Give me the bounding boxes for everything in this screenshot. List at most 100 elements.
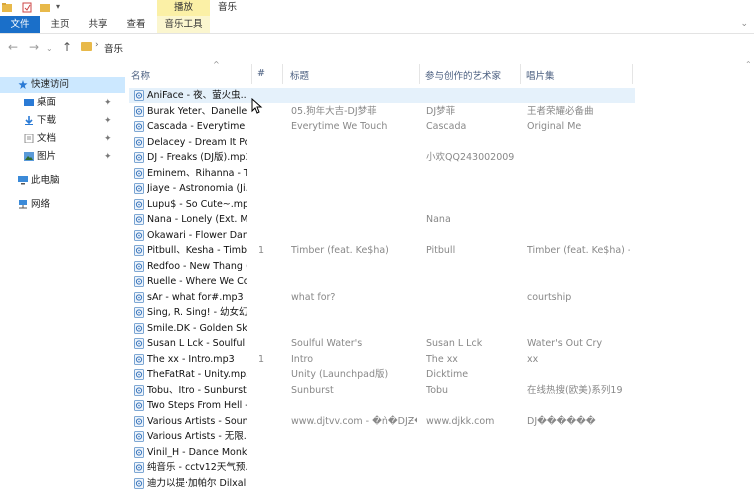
column-divider[interactable] xyxy=(520,64,521,84)
audio-file-icon xyxy=(134,167,144,179)
table-row[interactable]: DJ - Freaks (DJ版).mp3 小欢QQ243002009 xyxy=(129,150,635,165)
navigation-pane: 快速访问 桌面 ✦ 下载 ✦ 文档 ✦ 图片 ✦ 此电脑 网络 xyxy=(0,60,125,496)
audio-file-icon xyxy=(134,90,144,101)
column-header-number[interactable]: # xyxy=(257,68,265,79)
audio-file-icon xyxy=(134,307,144,318)
table-row[interactable]: Redfoo - New Thang (... xyxy=(129,259,635,274)
column-divider[interactable] xyxy=(282,64,283,84)
nav-item-downloads[interactable]: 下载 ✦ xyxy=(0,113,125,129)
column-header-name[interactable]: 名称 xyxy=(131,68,150,82)
folder-icon xyxy=(2,3,12,12)
table-row[interactable]: 迪力以提·加帕尔 Dilxal... xyxy=(129,476,635,491)
tab-view[interactable]: 查看 xyxy=(120,16,152,33)
table-row[interactable]: Smile.DK - Golden Sk... xyxy=(129,321,635,336)
download-icon xyxy=(25,116,33,125)
audio-file-icon xyxy=(134,229,144,241)
chevron-right-icon[interactable]: › xyxy=(95,40,99,50)
properties-icon[interactable] xyxy=(22,2,32,13)
file-name: Various Artists - 无限... xyxy=(147,431,247,442)
nav-item-pictures[interactable]: 图片 ✦ xyxy=(0,149,125,165)
table-row[interactable]: Susan L Lck - Soulful ... Soulful Water's… xyxy=(129,336,635,351)
audio-file-icon xyxy=(134,400,144,411)
table-row[interactable]: AniFace - 夜、萤火虫... xyxy=(129,88,635,103)
breadcrumb-music[interactable]: 音乐 xyxy=(104,41,123,55)
table-row[interactable]: sAr - what for#.mp3 what for? courtship xyxy=(129,290,635,305)
table-row[interactable]: Cascada - Everytime ... Everytime We Touc… xyxy=(129,119,635,134)
table-row[interactable]: Delacey - Dream It Po... xyxy=(129,135,635,150)
vertical-scrollbar[interactable]: ⌃ xyxy=(744,60,754,496)
track-artist: Pitbull xyxy=(426,245,456,256)
audio-file-icon xyxy=(134,183,144,194)
track-title: Intro xyxy=(291,353,314,365)
table-row[interactable]: Jiaye - Astronomia (Ji... xyxy=(129,181,635,196)
column-header-artist[interactable]: 参与创作的艺术家 xyxy=(425,68,501,82)
back-arrow-icon[interactable]: ← xyxy=(8,40,18,54)
column-divider[interactable] xyxy=(251,64,252,84)
recent-dropdown-icon[interactable]: ⌄ xyxy=(46,42,53,56)
track-title: Sunburst xyxy=(291,384,334,396)
track-title: Timber (feat. Ke$ha) xyxy=(291,245,389,256)
file-name: Vinil_H - Dance Monk... xyxy=(147,446,247,458)
file-name: Jiaye - Astronomia (Ji... xyxy=(147,183,247,194)
table-row[interactable]: Lupu$ - So Cute~.mp3 xyxy=(129,197,635,212)
nav-item-label: 快速访问 xyxy=(31,79,70,90)
table-row[interactable]: Various Artists - 无限... xyxy=(129,429,635,444)
table-row[interactable]: TheFatRat - Unity.mp3 Unity (Launchpad版) D… xyxy=(129,367,635,382)
tab-music-tools[interactable]: 音乐工具 xyxy=(157,16,210,33)
audio-file-icon xyxy=(134,477,144,489)
audio-file-icon xyxy=(134,384,144,396)
up-arrow-icon[interactable]: ↑ xyxy=(62,40,72,54)
audio-file-icon xyxy=(134,446,144,458)
table-row[interactable]: Okawari - Flower Dan... xyxy=(129,228,635,243)
nav-item-desktop[interactable]: 桌面 ✦ xyxy=(0,95,125,111)
pin-icon[interactable]: ✦ xyxy=(104,131,112,147)
column-header-album[interactable]: 唱片集 xyxy=(526,68,555,82)
new-folder-icon[interactable] xyxy=(40,2,50,13)
table-row[interactable]: Vinil_H - Dance Monk... xyxy=(129,445,635,460)
track-artist: Susan L Lck xyxy=(426,338,483,349)
table-row[interactable]: Ruelle - Where We Co... xyxy=(129,274,635,289)
table-row[interactable]: Sing, R. Sing! - 幼女幻... xyxy=(129,305,635,320)
tab-file[interactable]: 文件 xyxy=(0,16,40,33)
table-row[interactable]: Various Artists - Soun... www.djtvv.com -… xyxy=(129,414,635,429)
table-row[interactable]: Two Steps From Hell - ... xyxy=(129,398,635,413)
tab-home[interactable]: 主页 xyxy=(44,16,76,33)
nav-item-this-pc[interactable]: 此电脑 xyxy=(0,173,125,189)
table-row[interactable]: Nana - Lonely (Ext. Mi... Nana xyxy=(129,212,635,227)
track-album: xx xyxy=(527,353,539,365)
table-row[interactable]: The xx - Intro.mp3 1 Intro The xx xx xyxy=(129,352,635,367)
table-row[interactable]: Burak Yeter、Danelle ... 05.狗年大吉-DJ梦菲 DJ梦菲 王… xyxy=(129,104,635,119)
audio-file-icon xyxy=(134,136,144,148)
scroll-up-icon[interactable]: ⌃ xyxy=(745,60,752,69)
track-title: 05.狗年大吉-DJ梦菲 xyxy=(291,105,377,117)
audio-file-icon xyxy=(134,260,144,272)
tab-share[interactable]: 共享 xyxy=(82,16,114,33)
table-row[interactable]: Pitbull、Kesha - Timb... 1 Timber (feat. Ke… xyxy=(129,243,635,258)
table-row[interactable]: Tobu、Itro - Sunburst... Sunburst Tobu 在线热搜(… xyxy=(129,383,635,398)
audio-file-icon xyxy=(134,105,144,117)
audio-file-icon xyxy=(134,198,144,210)
address-path[interactable]: › 音乐 xyxy=(78,39,748,55)
pin-icon[interactable]: ✦ xyxy=(104,113,112,129)
column-divider[interactable] xyxy=(632,64,633,84)
track-album: Original Me xyxy=(527,121,582,132)
forward-arrow-icon[interactable]: → xyxy=(29,40,39,54)
nav-item-network[interactable]: 网络 xyxy=(0,197,125,213)
nav-item-quick-access[interactable]: 快速访问 xyxy=(0,77,125,93)
quick-access-dropdown-icon[interactable]: ▾ xyxy=(56,2,60,11)
column-header-title[interactable]: 标题 xyxy=(290,68,309,82)
track-album: 王者荣耀必备曲 xyxy=(527,105,594,117)
file-name: Susan L Lck - Soulful ... xyxy=(147,338,247,349)
window-title: 音乐 xyxy=(218,2,238,13)
pin-icon[interactable]: ✦ xyxy=(104,149,112,165)
context-tab-play[interactable]: 播放 xyxy=(157,0,210,16)
pin-icon[interactable]: ✦ xyxy=(104,95,112,111)
nav-item-documents[interactable]: 文档 ✦ xyxy=(0,131,125,147)
ribbon-expand-icon[interactable]: ⌄ xyxy=(740,19,748,29)
audio-file-icon xyxy=(134,415,144,427)
file-name: Delacey - Dream It Po... xyxy=(147,136,247,148)
table-row[interactable]: 纯音乐 - cctv12天气预... xyxy=(129,460,635,475)
address-bar: ← → ⌄ ↑ › 音乐 xyxy=(0,34,754,60)
table-row[interactable]: Eminem、Rihanna - T... xyxy=(129,166,635,181)
column-divider[interactable] xyxy=(419,64,420,84)
